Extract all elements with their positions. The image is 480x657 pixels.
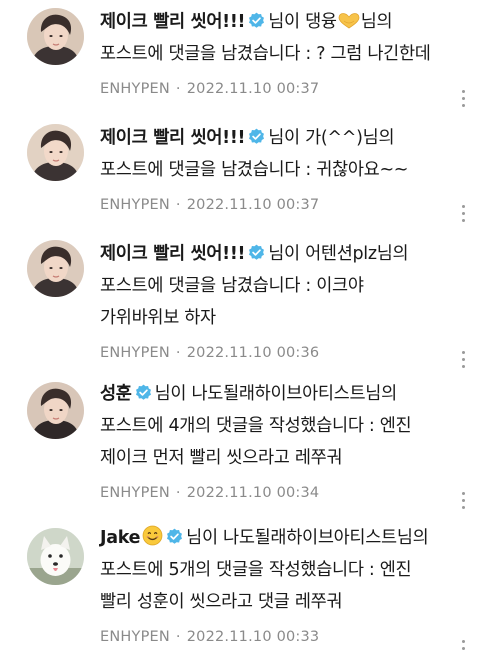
notification-item[interactable]: 성훈 님이 나도될래하이브아티스트님의 포스트에 4개의 댓글을 작성했습니다 :… <box>0 378 470 518</box>
smile-emoji-icon <box>142 525 163 546</box>
user-name[interactable]: 제이크 빨리 씻어!!! <box>100 12 246 32</box>
notification-action: 님이 나도될래하이브아티스트님의 <box>186 528 429 548</box>
notification-text: 제이크 빨리 씻어!!! 님이 어텐션plz님의 <box>100 238 458 270</box>
notification-action: 님이 댕융 <box>268 12 337 32</box>
avatar[interactable] <box>27 240 84 297</box>
verified-badge-icon <box>167 528 183 544</box>
user-name[interactable]: Jake <box>100 528 140 548</box>
notification-comment: 포스트에 댓글을 남겼습니다 : 이크야 <box>100 276 364 296</box>
verified-badge-icon <box>249 128 265 144</box>
avatar[interactable] <box>27 124 84 181</box>
notification-action: 님이 가(^^)님의 <box>268 128 395 148</box>
notification-item[interactable]: 제이크 빨리 씻어!!! 님이 댕융 님의 포스트에 댓글을 남겼습니다 : ? 그… <box>0 6 470 118</box>
notification-meta: ENHYPEN · 2022.11.10 00:36 <box>100 342 458 364</box>
user-name[interactable]: 제이크 빨리 씻어!!! <box>100 244 246 264</box>
notification-item[interactable]: 제이크 빨리 씻어!!! 님이 가(^^)님의 포스트에 댓글을 남겼습니다 : … <box>0 122 470 234</box>
more-options-icon[interactable] <box>461 351 467 373</box>
user-name[interactable]: 제이크 빨리 씻어!!! <box>100 128 246 148</box>
timestamp: 2022.11.10 00:37 <box>186 81 320 97</box>
man-portrait-icon <box>27 124 84 181</box>
notification-comment: 포스트에 5개의 댓글을 작성했습니다 : 엔진 <box>100 560 412 580</box>
avatar[interactable] <box>27 382 84 439</box>
notification-meta: ENHYPEN · 2022.11.10 00:33 <box>100 626 458 648</box>
notification-item[interactable]: 제이크 빨리 씻어!!! 님이 어텐션plz님의 포스트에 댓글을 남겼습니다 :… <box>0 238 470 374</box>
more-options-icon[interactable] <box>461 492 467 514</box>
timestamp: 2022.11.10 00:34 <box>186 485 320 501</box>
man-portrait-icon <box>27 382 84 439</box>
notification-comment: 포스트에 4개의 댓글을 작성했습니다 : 엔진 <box>100 416 412 436</box>
timestamp: 2022.11.10 00:36 <box>186 345 320 361</box>
notification-action-tail: 님의 <box>360 12 393 32</box>
source-label: ENHYPEN <box>100 81 170 97</box>
notification-meta: ENHYPEN · 2022.11.10 00:37 <box>100 78 458 100</box>
timestamp: 2022.11.10 00:33 <box>186 629 320 645</box>
source-label: ENHYPEN <box>100 197 170 213</box>
more-options-icon[interactable] <box>461 640 467 657</box>
avatar[interactable] <box>27 528 84 585</box>
separator-dot: · <box>175 485 181 501</box>
notification-comment-continued: 가위바위보 하자 <box>100 308 216 328</box>
more-options-icon[interactable] <box>461 90 467 112</box>
white-dog-icon <box>27 528 84 585</box>
verified-badge-icon <box>249 12 265 28</box>
man-portrait-icon <box>27 8 84 65</box>
notification-meta: ENHYPEN · 2022.11.10 00:37 <box>100 194 458 216</box>
notification-comment: 포스트에 댓글을 남겼습니다 : 귀찮아요~~ <box>100 160 409 180</box>
verified-badge-icon <box>249 244 265 260</box>
notification-comment-continued: 제이크 먼저 빨리 씻으라고 레쭈궈 <box>100 448 343 468</box>
notification-feed: 제이크 빨리 씻어!!! 님이 댕융 님의 포스트에 댓글을 남겼습니다 : ? 그… <box>0 0 480 657</box>
notification-text: 제이크 빨리 씻어!!! 님이 가(^^)님의 <box>100 122 458 154</box>
notification-text: Jake 님이 나도될래하이브아티스트님의 <box>100 522 458 554</box>
avatar[interactable] <box>27 8 84 65</box>
notification-meta: ENHYPEN · 2022.11.10 00:34 <box>100 482 458 504</box>
more-options-icon[interactable] <box>461 205 467 227</box>
separator-dot: · <box>175 81 181 97</box>
source-label: ENHYPEN <box>100 629 170 645</box>
notification-text: 제이크 빨리 씻어!!! 님이 댕융 님의 <box>100 6 458 38</box>
man-portrait-icon <box>27 240 84 297</box>
timestamp: 2022.11.10 00:37 <box>186 197 320 213</box>
separator-dot: · <box>175 629 181 645</box>
separator-dot: · <box>175 345 181 361</box>
notification-item[interactable]: Jake 님이 나도될래하이브아티스트님의 포스트에 5개의 댓글을 작성했습니다… <box>0 522 470 657</box>
source-label: ENHYPEN <box>100 485 170 501</box>
separator-dot: · <box>175 197 181 213</box>
source-label: ENHYPEN <box>100 345 170 361</box>
notification-comment-continued: 빨리 성훈이 씻으라고 댓글 레쭈궈 <box>100 592 343 612</box>
notification-action: 님이 어텐션plz님의 <box>268 244 409 264</box>
heart-hands-emoji-icon <box>338 13 360 29</box>
user-name[interactable]: 성훈 <box>100 384 132 404</box>
notification-text: 성훈 님이 나도될래하이브아티스트님의 <box>100 378 458 410</box>
verified-badge-icon <box>135 384 151 400</box>
notification-action: 님이 나도될래하이브아티스트님의 <box>154 384 398 404</box>
notification-comment: 포스트에 댓글을 남겼습니다 : ? 그럼 나긴한데 <box>100 44 431 64</box>
